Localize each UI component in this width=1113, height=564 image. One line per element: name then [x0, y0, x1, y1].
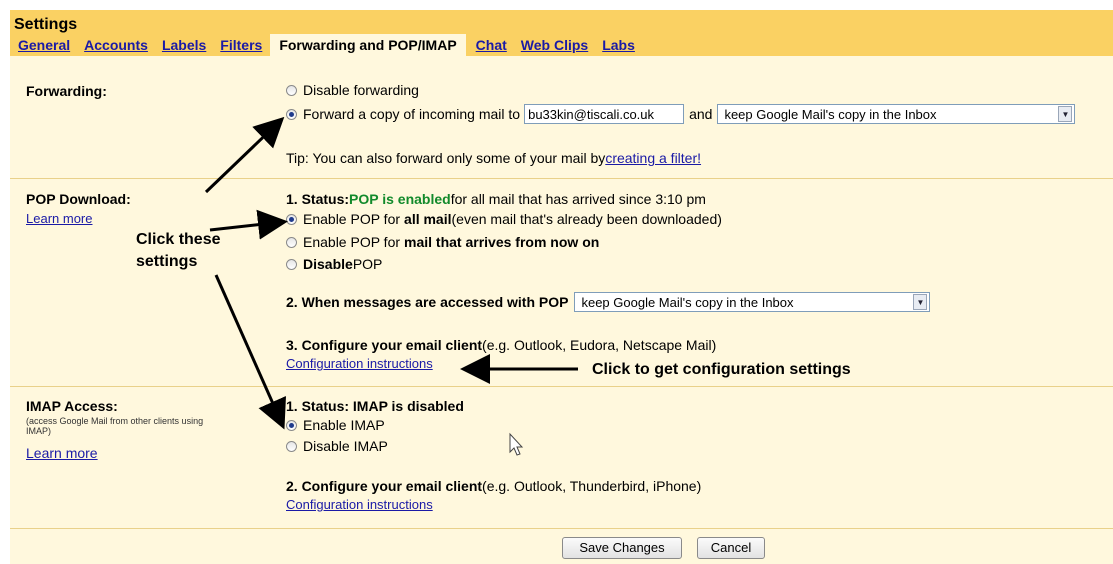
radio-imap-enable[interactable] — [286, 419, 297, 431]
annotation-click-these-2: settings — [136, 253, 198, 270]
tab-chat[interactable]: Chat — [468, 36, 513, 56]
pop-access-label: 2. When messages are accessed with POP — [286, 294, 569, 310]
tab-general[interactable]: General — [10, 36, 76, 56]
imap-status-text: 1. Status: IMAP is disabled — [286, 398, 464, 414]
pop-access-value: keep Google Mail's copy in the Inbox — [581, 294, 794, 310]
imap-config-link-row: Configuration instructions — [286, 497, 433, 512]
forwarding-label: Forwarding: — [26, 83, 107, 99]
pop-option-disable[interactable]: Disable POP — [286, 256, 382, 272]
imap-disable-option[interactable]: Disable IMAP — [286, 438, 388, 454]
tab-labels[interactable]: Labels — [154, 36, 212, 56]
pop-config-row: 3. Configure your email client (e.g. Out… — [286, 337, 716, 353]
forward-action-value: keep Google Mail's copy in the Inbox — [724, 106, 937, 122]
pop-option2-bold: mail that arrives from now on — [404, 234, 600, 250]
tab-accounts[interactable]: Accounts — [76, 36, 154, 56]
imap-configuration-link[interactable]: Configuration instructions — [286, 497, 433, 512]
settings-header: Settings General Accounts Labels Filters… — [10, 10, 1113, 56]
pop-config-link-row: Configuration instructions — [286, 356, 433, 371]
imap-status: 1. Status: IMAP is disabled — [286, 398, 464, 414]
pop-option3-bold: Disable — [303, 256, 353, 272]
pop-download-label: POP Download: — [26, 191, 131, 207]
pop-option3-suffix: POP — [352, 256, 383, 272]
chevron-down-icon[interactable]: ▼ — [1058, 106, 1073, 122]
forward-copy-option[interactable]: Forward a copy of incoming mail to bu33k… — [286, 104, 1076, 124]
radio-disable-forwarding[interactable] — [286, 84, 297, 96]
radio-forward-copy[interactable] — [286, 108, 297, 120]
section-divider — [10, 386, 1113, 387]
and-label: and — [689, 106, 713, 122]
imap-disable-label: Disable IMAP — [303, 438, 388, 454]
annotation-click-config: Click to get configuration settings — [592, 361, 851, 378]
pop-option1-prefix: Enable POP for — [303, 211, 401, 227]
pop-config-label: 3. Configure your email client — [286, 337, 483, 353]
tab-filters[interactable]: Filters — [212, 36, 268, 56]
radio-pop-from-now[interactable] — [286, 236, 297, 248]
pop-option-from-now[interactable]: Enable POP for mail that arrives from no… — [286, 234, 599, 250]
imap-enable-option[interactable]: Enable IMAP — [286, 417, 385, 433]
forward-email-input[interactable]: bu33kin@tiscali.co.uk — [524, 104, 685, 124]
radio-pop-disable[interactable] — [286, 258, 297, 270]
imap-config-label: 2. Configure your email client — [286, 478, 483, 494]
section-divider — [10, 528, 1113, 529]
annotation-click-these-1: Click these — [136, 231, 221, 248]
imap-config-row: 2. Configure your email client (e.g. Out… — [286, 478, 701, 494]
tip-text: Tip: You can also forward only some of y… — [286, 150, 606, 166]
imap-access-label: IMAP Access: — [26, 398, 118, 414]
pop-option2-prefix: Enable POP for — [303, 234, 401, 250]
settings-tabs: General Accounts Labels Filters Forwardi… — [10, 34, 641, 56]
disable-forwarding-option[interactable]: Disable forwarding — [286, 82, 419, 98]
disable-forwarding-label: Disable forwarding — [303, 82, 419, 98]
forwarding-tip: Tip: You can also forward only some of y… — [286, 150, 701, 166]
pop-learn-more-link[interactable]: Learn more — [26, 211, 92, 226]
pop-status: 1. Status: POP is enabled for all mail t… — [286, 191, 706, 207]
imap-learn-more-link[interactable]: Learn more — [26, 445, 98, 461]
page-title: Settings — [14, 16, 78, 33]
chevron-down-icon[interactable]: ▼ — [913, 294, 928, 310]
save-changes-button[interactable]: Save Changes — [562, 537, 682, 559]
cancel-button[interactable]: Cancel — [697, 537, 765, 559]
forward-copy-label: Forward a copy of incoming mail to — [303, 106, 521, 122]
tab-web-clips[interactable]: Web Clips — [513, 36, 594, 56]
creating-filter-link[interactable]: creating a filter! — [605, 150, 701, 166]
tab-forwarding-pop-imap[interactable]: Forwarding and POP/IMAP — [270, 34, 466, 56]
pop-option-all-mail[interactable]: Enable POP for all mail (even mail that'… — [286, 211, 722, 227]
pop-configuration-link[interactable]: Configuration instructions — [286, 356, 433, 371]
forward-action-select[interactable]: keep Google Mail's copy in the Inbox ▼ — [717, 104, 1076, 124]
pop-status-prefix: 1. Status: — [286, 191, 350, 207]
radio-pop-all-mail[interactable] — [286, 213, 297, 225]
pop-status-value: POP is enabled — [349, 191, 451, 207]
pop-status-suffix: for all mail that has arrived since 3:10… — [450, 191, 706, 207]
pop-option1-suffix: (even mail that's already been downloade… — [451, 211, 722, 227]
tab-labs[interactable]: Labs — [594, 36, 641, 56]
pop-access-select[interactable]: keep Google Mail's copy in the Inbox ▼ — [574, 292, 931, 312]
radio-imap-disable[interactable] — [286, 440, 297, 452]
pop-access-row: 2. When messages are accessed with POP k… — [286, 292, 931, 312]
imap-sublabel: (access Google Mail from other clients u… — [26, 416, 204, 436]
pop-config-hint: (e.g. Outlook, Eudora, Netscape Mail) — [482, 337, 717, 353]
imap-config-hint: (e.g. Outlook, Thunderbird, iPhone) — [482, 478, 702, 494]
pop-option1-bold: all mail — [404, 211, 452, 227]
imap-enable-label: Enable IMAP — [303, 417, 385, 433]
section-divider — [10, 178, 1113, 179]
